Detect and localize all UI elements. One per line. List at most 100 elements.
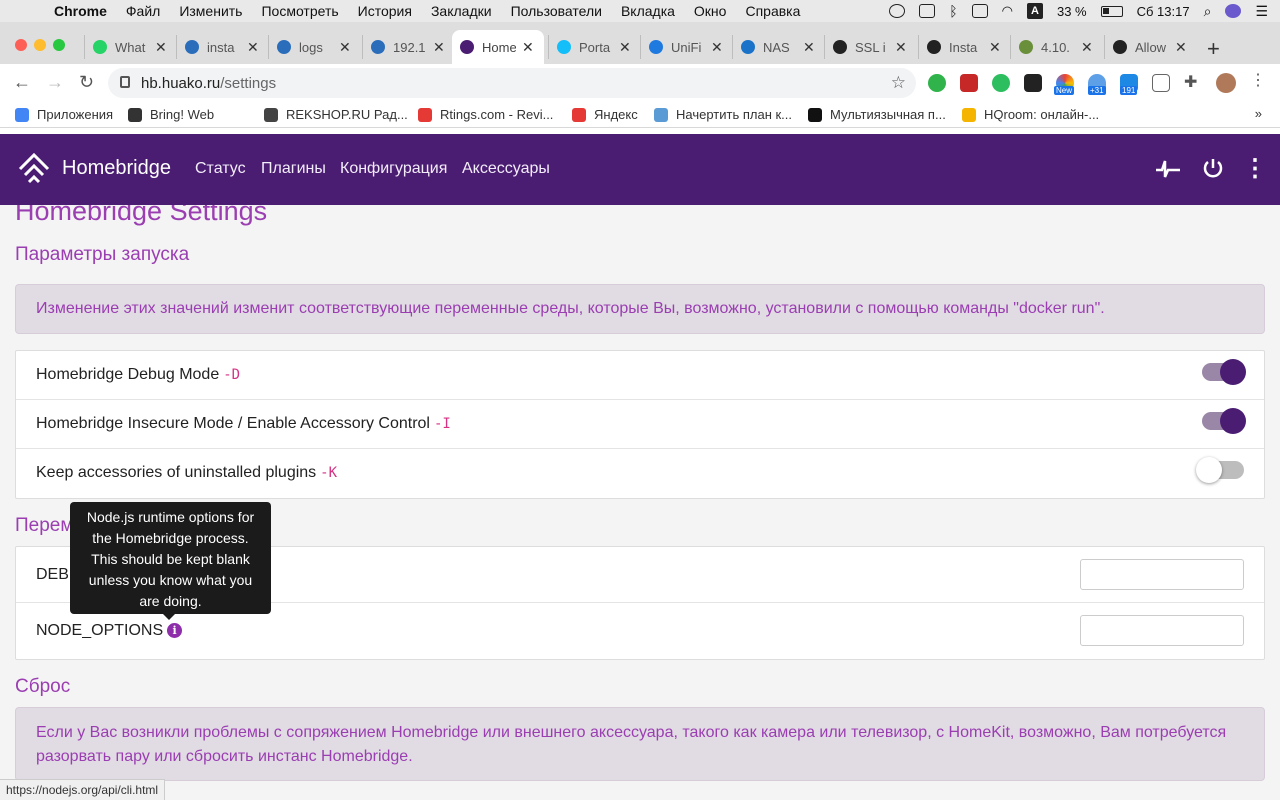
address-bar[interactable]: hb.huako.ru/settings ☆ [108,68,916,98]
wifi-icon[interactable]: ◠ [1002,3,1013,19]
debug-mode-toggle[interactable] [1202,359,1246,385]
bookmark-item[interactable]: Мультиязычная п... [808,107,946,122]
tab-close-icon[interactable]: ✕ [433,39,445,56]
battery-percent[interactable]: 33 % [1057,4,1087,19]
browser-tab[interactable]: UniFi ✕ [640,35,730,59]
bookmark-item[interactable]: Приложения [15,107,113,122]
menu-file[interactable]: Файл [126,3,160,19]
tab-favicon-icon [460,40,474,54]
tab-close-icon[interactable]: ✕ [711,39,723,56]
menu-users[interactable]: Пользователи [511,3,602,19]
tab-close-icon[interactable]: ✕ [155,39,167,56]
browser-tab[interactable]: insta ✕ [176,35,266,59]
evernote-icon[interactable] [992,74,1010,92]
keep-accessories-toggle[interactable] [1196,457,1244,483]
browser-tab[interactable]: Allow ✕ [1104,35,1194,59]
browser-tab[interactable]: SSL i ✕ [824,35,914,59]
menu-history[interactable]: История [358,3,412,19]
debug-env-input[interactable] [1080,559,1244,590]
translate-icon[interactable] [1152,74,1170,92]
new-tab-button[interactable]: + [1207,36,1220,62]
more-menu-icon[interactable]: ⋮ [1243,154,1267,183]
window-close-button[interactable] [15,39,27,51]
bookmarks-overflow-icon[interactable]: » [1255,106,1262,121]
vpn-icon[interactable] [889,4,906,18]
tab-close-icon[interactable]: ✕ [522,39,534,56]
clock[interactable]: Сб 13:17 [1137,4,1190,19]
nav-config[interactable]: Конфигурация [340,160,447,178]
browser-tab[interactable]: logs ✕ [268,35,358,59]
power-icon[interactable] [1202,157,1224,179]
menu-app-chrome[interactable]: Chrome [54,3,107,19]
browser-tab[interactable]: 4.10. ✕ [1010,35,1100,59]
menu-view[interactable]: Посмотреть [261,3,338,19]
tab-close-icon[interactable]: ✕ [1081,39,1093,56]
extension-badge-31: +31 [1088,86,1106,95]
menu-help[interactable]: Справка [745,3,800,19]
notification-center-icon[interactable]: ☰ [1255,3,1268,20]
bookmark-item[interactable]: REKSHOP.RU Рад... [264,107,408,122]
window-minimize-button[interactable] [34,39,46,51]
bookmark-item[interactable]: Яндекс [572,107,638,122]
battery-icon[interactable] [1100,5,1123,17]
logs-pulse-icon[interactable] [1155,158,1181,180]
tab-close-icon[interactable]: ✕ [619,39,631,56]
tab-close-icon[interactable]: ✕ [339,39,351,56]
browser-tab[interactable]: NAS ✕ [732,35,822,59]
tab-title: insta [207,39,235,55]
extension-icon-1[interactable] [928,74,946,92]
tab-close-icon[interactable]: ✕ [895,39,907,56]
nav-plugins[interactable]: Плагины [261,160,326,178]
extension-badge-191: 191 [1120,86,1138,95]
lock-icon[interactable] [120,76,130,88]
forward-button[interactable]: → [46,72,64,93]
bookmark-star-icon[interactable]: ☆ [891,73,906,93]
tab-title: SSL i [855,39,886,55]
browser-tab[interactable]: What ✕ [84,35,174,59]
siri-icon[interactable] [1225,4,1242,18]
nav-status[interactable]: Статус [195,160,246,178]
browser-tab[interactable]: Home ✕ [452,30,544,64]
node-options-input[interactable] [1080,615,1244,646]
back-button[interactable]: ← [13,72,31,93]
menu-window[interactable]: Окно [694,3,727,19]
tab-close-icon[interactable]: ✕ [803,39,815,56]
menu-tab[interactable]: Вкладка [621,3,675,19]
brand-name[interactable]: Homebridge [62,157,171,180]
profile-avatar[interactable] [1216,73,1236,93]
extensions-puzzle-icon[interactable]: ✚ [1184,72,1202,91]
reload-button[interactable]: ↻ [79,72,94,93]
bookmark-item[interactable]: Bring! Web [128,107,214,122]
tab-close-icon[interactable]: ✕ [247,39,259,56]
bluetooth-icon[interactable]: ᛒ [949,3,957,19]
input-source-icon[interactable]: A [1026,3,1043,19]
spotlight-search-icon[interactable]: ⌕ [1204,3,1212,20]
tab-favicon-icon [833,40,847,54]
bookmark-item[interactable]: Начертить план к... [654,107,792,122]
window-zoom-button[interactable] [53,39,65,51]
extension-icon-4[interactable] [1024,74,1042,92]
info-icon[interactable]: i [167,623,183,638]
browser-tab[interactable]: Porta ✕ [548,35,638,59]
browser-tab[interactable]: 192.1 ✕ [362,35,452,59]
nav-accessories[interactable]: Аксессуары [462,160,550,178]
tab-title: Porta [579,39,611,55]
menu-edit[interactable]: Изменить [179,3,242,19]
extension-icon-2[interactable] [960,74,978,92]
bookmarks-bar: Приложения Bring! Web REKSHOP.RU Рад... Rti… [0,102,1280,128]
launch-options-card: Homebridge Debug Mode -D Homebridge Insec… [15,350,1265,499]
airplay-icon[interactable] [919,4,936,18]
bookmark-favicon-icon [15,107,29,122]
keyboard-icon[interactable] [971,4,988,18]
menu-bookmarks[interactable]: Закладки [431,3,492,19]
tab-close-icon[interactable]: ✕ [1175,39,1187,56]
tab-favicon-icon [93,40,107,54]
bookmark-item[interactable]: Rtings.com - Revi... [418,107,553,122]
bookmark-item[interactable]: HQroom: онлайн-... [962,107,1099,122]
address-url[interactable]: hb.huako.ru/settings [141,75,276,92]
insecure-mode-toggle[interactable] [1202,408,1246,434]
chrome-menu-icon[interactable]: ⋮ [1250,70,1268,89]
browser-tab[interactable]: Insta ✕ [918,35,1008,59]
homebridge-logo-icon[interactable] [16,151,52,187]
tab-close-icon[interactable]: ✕ [989,39,1001,56]
